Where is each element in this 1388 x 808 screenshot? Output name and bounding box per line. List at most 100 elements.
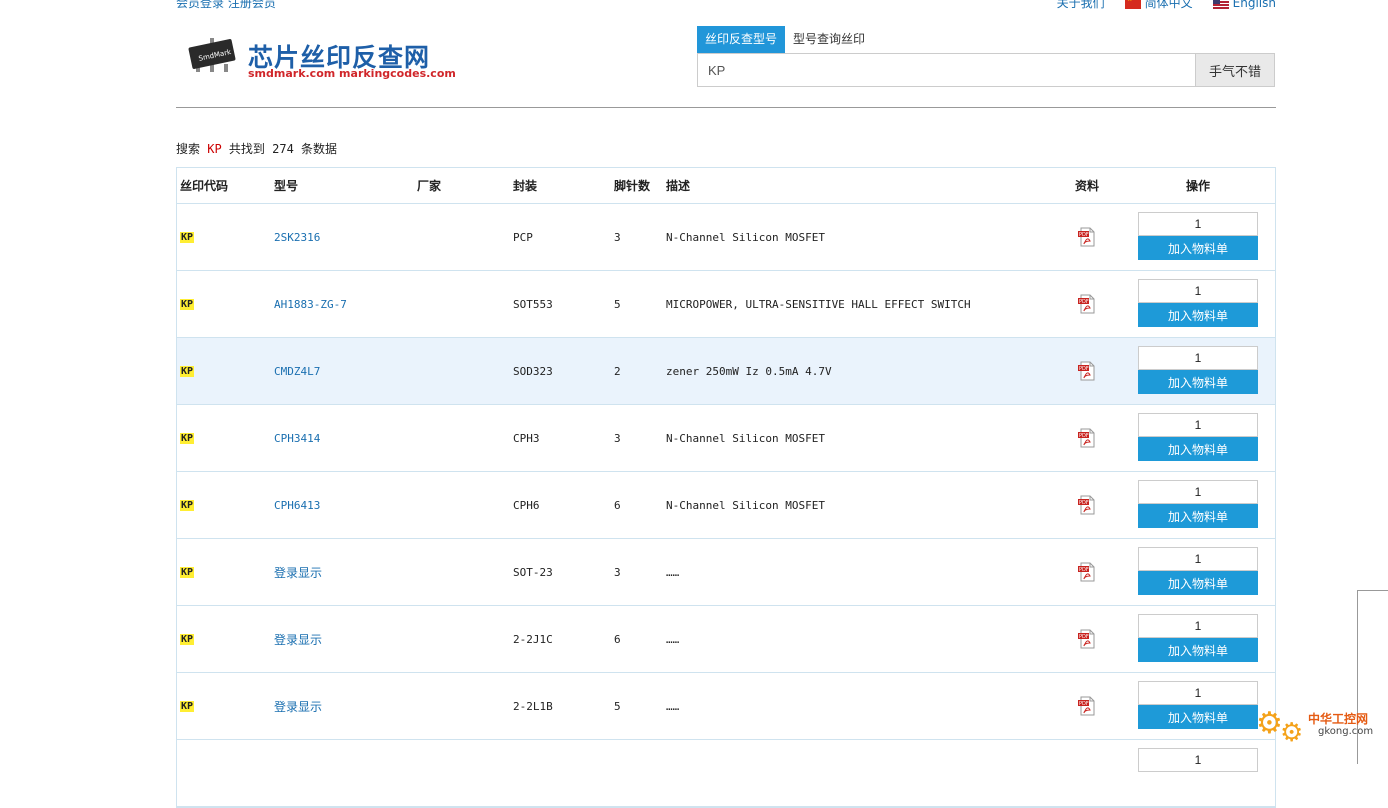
table-header: 丝印代码 型号 厂家 封装 脚针数 描述 资料 操作 (177, 168, 1275, 204)
quantity-input[interactable] (1138, 346, 1258, 370)
package-cell: 2-2J1C (513, 632, 553, 646)
pins-cell: 3 (614, 230, 621, 244)
header-divider (176, 107, 1276, 108)
site-logo[interactable]: SmdMark 芯片丝印反查网 smdmark.com markingcodes… (184, 34, 456, 86)
pins-cell: 3 (614, 565, 621, 579)
add-to-bom-button[interactable]: 加入物料单 (1138, 303, 1258, 327)
action-cell: 加入物料单 (1138, 614, 1258, 662)
pdf-icon[interactable]: PDF (1077, 294, 1097, 314)
header-package: 封装 (513, 179, 538, 193)
quantity-input[interactable] (1138, 748, 1258, 772)
pdf-icon[interactable]: PDF (1077, 696, 1097, 716)
search-box: 手气不错 (697, 53, 1275, 87)
result-summary: 搜索 KP 共找到 274 条数据 (176, 140, 337, 157)
datasheet-cell: PDF (1072, 405, 1102, 471)
model-link[interactable]: CMDZ4L7 (274, 365, 320, 378)
quantity-input[interactable] (1138, 413, 1258, 437)
action-cell: 加入物料单 (1138, 212, 1258, 260)
marking-code: KP (180, 566, 195, 578)
quantity-input[interactable] (1138, 614, 1258, 638)
package-cell: SOD323 (513, 364, 553, 378)
marking-code: KP (180, 499, 195, 511)
marking-code-cell: KP (180, 338, 195, 404)
action-cell: 加入物料单 (1138, 413, 1258, 461)
package-cell: CPH3 (513, 431, 540, 445)
add-to-bom-button[interactable]: 加入物料单 (1138, 571, 1258, 595)
pins-cell: 6 (614, 632, 621, 646)
us-flag-icon (1212, 0, 1229, 9)
datasheet-cell: PDF (1072, 472, 1102, 538)
add-to-bom-button[interactable]: 加入物料单 (1138, 705, 1258, 729)
gear-icon: ⚙ (1280, 718, 1304, 748)
pdf-icon[interactable]: PDF (1077, 495, 1097, 515)
results-table: 丝印代码 型号 厂家 封装 脚针数 描述 资料 操作 KP 2SK2316 PCP 3… (176, 167, 1276, 808)
logo-subtitle: smdmark.com markingcodes.com (248, 67, 456, 80)
model-link[interactable]: CPH3414 (274, 432, 320, 445)
quantity-input[interactable] (1138, 547, 1258, 571)
description-cell: MICROPOWER, ULTRA-SENSITIVE HALL EFFECT … (666, 297, 971, 311)
lang-en-link[interactable]: English (1212, 0, 1276, 10)
table-body: KP 2SK2316 PCP 3 N-Channel Silicon MOSFET PDF… (177, 204, 1275, 807)
description-cell: …… (666, 632, 680, 646)
model-link[interactable]: 登录显示 (274, 564, 322, 581)
model-cell: 2SK2316 (274, 204, 320, 270)
model-cell: CPH3414 (274, 405, 320, 471)
marking-code-cell: KP (180, 204, 195, 270)
add-to-bom-button[interactable]: 加入物料单 (1138, 370, 1258, 394)
pdf-icon[interactable]: PDF (1077, 629, 1097, 649)
quantity-input[interactable] (1138, 279, 1258, 303)
quantity-input[interactable] (1138, 212, 1258, 236)
add-to-bom-button[interactable]: 加入物料单 (1138, 236, 1258, 260)
model-link[interactable]: 2SK2316 (274, 231, 320, 244)
model-link[interactable]: 登录显示 (274, 698, 322, 715)
datasheet-cell: PDF (1072, 673, 1102, 739)
gear-icon: ⚙ (1256, 706, 1283, 741)
description-cell: N-Channel Silicon MOSFET (666, 230, 825, 244)
svg-text:PDF: PDF (1079, 567, 1089, 573)
action-cell (1138, 748, 1258, 772)
package-cell: PCP (513, 230, 533, 244)
svg-text:PDF: PDF (1079, 634, 1089, 640)
lang-en-label: English (1232, 0, 1276, 10)
model-link[interactable]: 登录显示 (274, 631, 322, 648)
pdf-icon[interactable]: PDF (1077, 428, 1097, 448)
svg-text:PDF: PDF (1079, 366, 1089, 372)
pdf-icon[interactable]: PDF (1077, 562, 1097, 582)
add-to-bom-button[interactable]: 加入物料单 (1138, 638, 1258, 662)
top-right-links: 关于我们 简体中文 English (1057, 0, 1276, 11)
lang-cn-link[interactable]: 简体中文 (1124, 0, 1193, 11)
action-cell: 加入物料单 (1138, 480, 1258, 528)
marking-code: KP (180, 231, 195, 243)
marking-code-cell: KP (180, 472, 195, 538)
search-input[interactable] (698, 54, 1196, 86)
header-model: 型号 (274, 179, 299, 193)
description-cell: N-Channel Silicon MOSFET (666, 498, 825, 512)
table-row: KP AH1883-ZG-7 SOT553 5 MICROPOWER, ULTRA-SE… (177, 271, 1275, 338)
top-bar: 会员登录 注册会员 关于我们 简体中文 English (176, 0, 1276, 10)
chip-logo-icon: SmdMark (188, 38, 236, 72)
marking-code: KP (180, 298, 195, 310)
marking-code-cell: KP (180, 673, 195, 739)
add-to-bom-button[interactable]: 加入物料单 (1138, 437, 1258, 461)
model-cell: 登录显示 (274, 673, 322, 739)
action-cell: 加入物料单 (1138, 547, 1258, 595)
about-link[interactable]: 关于我们 (1057, 0, 1105, 11)
login-register-links[interactable]: 会员登录 注册会员 (176, 0, 276, 11)
quantity-input[interactable] (1138, 681, 1258, 705)
quantity-input[interactable] (1138, 480, 1258, 504)
action-cell: 加入物料单 (1138, 681, 1258, 729)
package-cell: CPH6 (513, 498, 540, 512)
table-row: KP 登录显示 SOT-23 3 …… PDF 加入物料单 (177, 539, 1275, 606)
marking-code-cell: KP (180, 606, 195, 672)
tab-marking-to-model[interactable]: 丝印反查型号 (697, 26, 786, 53)
pins-cell: 3 (614, 431, 621, 445)
pdf-icon[interactable]: PDF (1077, 361, 1097, 381)
pdf-icon[interactable]: PDF (1077, 227, 1097, 247)
lucky-button[interactable]: 手气不错 (1195, 54, 1274, 86)
add-to-bom-button[interactable]: 加入物料单 (1138, 504, 1258, 528)
datasheet-cell: PDF (1072, 338, 1102, 404)
model-link[interactable]: AH1883-ZG-7 (274, 298, 347, 311)
pins-cell: 5 (614, 297, 621, 311)
model-link[interactable]: CPH6413 (274, 499, 320, 512)
tab-model-to-marking[interactable]: 型号查询丝印 (785, 26, 873, 53)
